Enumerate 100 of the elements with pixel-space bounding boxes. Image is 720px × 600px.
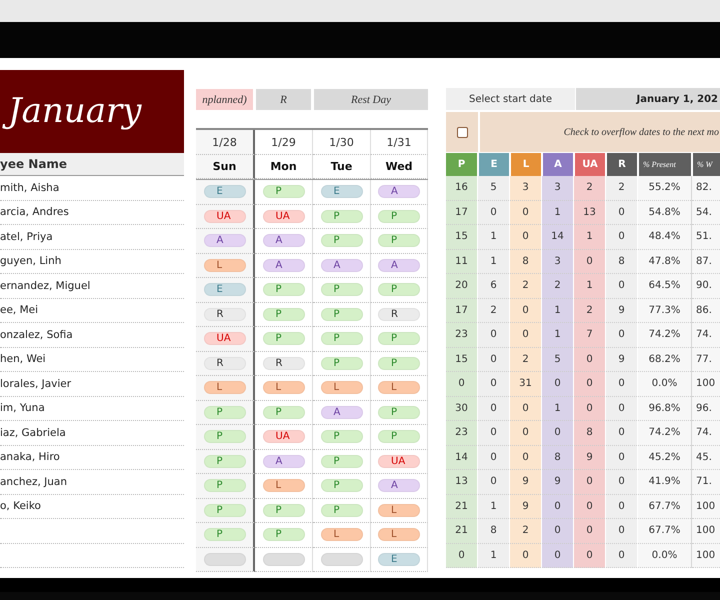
status-pill[interactable] xyxy=(320,552,362,566)
status-pill[interactable]: P xyxy=(204,479,246,492)
status-pill[interactable]: P xyxy=(378,406,420,419)
stat-cell: 30 xyxy=(446,396,477,421)
status-pill[interactable]: A xyxy=(320,258,362,272)
status-pill[interactable] xyxy=(262,552,304,566)
stat-cell: 0 xyxy=(574,372,605,396)
stat-cell: 23 xyxy=(446,323,477,348)
status-pill[interactable]: UA xyxy=(378,454,420,468)
stat-cell: 0 xyxy=(542,372,573,396)
stat-cell: 51. xyxy=(692,225,720,250)
status-pill[interactable]: L xyxy=(378,504,420,517)
status-pill[interactable]: P xyxy=(204,454,246,468)
status-pill[interactable]: A xyxy=(320,406,362,419)
stat-cell: 9 xyxy=(606,348,637,372)
stat-cell: 100 xyxy=(692,544,720,568)
status-pill[interactable]: P xyxy=(204,406,246,419)
status-pill[interactable]: P xyxy=(320,504,362,517)
status-pill[interactable]: L xyxy=(262,479,304,492)
stat-cell: 68.2% xyxy=(638,348,691,372)
stat-cell: 8 xyxy=(542,446,573,470)
status-pill[interactable]: P xyxy=(204,504,246,517)
stat-cell: 0 xyxy=(606,446,637,470)
status-pill[interactable]: L xyxy=(204,258,246,272)
status-pill[interactable]: P xyxy=(320,210,362,223)
status-pill[interactable]: P xyxy=(262,406,304,419)
stat-cell: 0 xyxy=(574,348,605,372)
status-pill[interactable]: P xyxy=(320,479,362,492)
status-pill[interactable]: P xyxy=(378,430,420,444)
status-pill[interactable]: A xyxy=(262,258,304,272)
status-pill[interactable]: P xyxy=(378,210,420,223)
stat-cell: 0 xyxy=(542,519,573,544)
status-pill[interactable]: P xyxy=(262,528,304,542)
status-pill[interactable]: P xyxy=(262,332,304,346)
status-pill[interactable]: P xyxy=(320,234,362,248)
status-pill[interactable]: P xyxy=(378,283,420,296)
status-pill[interactable]: E xyxy=(204,185,246,198)
stat-cell: 0 xyxy=(542,494,573,519)
start-date-label: Select start date xyxy=(446,88,575,110)
stat-cell: 1 xyxy=(542,200,573,225)
status-pill[interactable]: P xyxy=(262,283,304,296)
status-pill[interactable]: L xyxy=(204,381,246,394)
stat-cell: 41.9% xyxy=(638,470,691,494)
start-date-field[interactable]: January 1, 202 xyxy=(576,88,720,110)
status-pill[interactable]: L xyxy=(378,528,420,542)
stat-cell: 2 xyxy=(510,519,541,544)
status-pill[interactable]: L xyxy=(320,381,362,394)
status-pill[interactable]: E xyxy=(378,552,420,566)
status-pill[interactable]: E xyxy=(320,185,362,198)
status-pill[interactable]: P xyxy=(378,332,420,346)
stat-cell: 21 xyxy=(446,494,477,519)
status-pill[interactable] xyxy=(204,552,246,566)
status-pill[interactable]: P xyxy=(204,528,246,542)
status-pill[interactable]: A xyxy=(378,258,420,272)
status-pill[interactable]: UA xyxy=(262,210,304,223)
stat-cell: 0 xyxy=(574,544,605,568)
status-pill[interactable]: P xyxy=(262,504,304,517)
stat-cell: 0 xyxy=(510,200,541,225)
stat-cell: 0 xyxy=(606,421,637,446)
status-pill[interactable]: P xyxy=(320,356,362,370)
legend-label: Rest Day xyxy=(314,89,428,110)
status-pill[interactable]: P xyxy=(204,430,246,444)
status-pill[interactable]: UA xyxy=(262,430,304,444)
status-pill[interactable]: A xyxy=(262,454,304,468)
status-pill[interactable]: L xyxy=(262,381,304,394)
status-pill[interactable]: R xyxy=(378,308,420,321)
stat-cell: 0.0% xyxy=(638,372,691,396)
status-pill[interactable]: L xyxy=(378,381,420,394)
stat-cell: 0 xyxy=(478,396,509,421)
status-pill[interactable]: UA xyxy=(204,332,246,346)
status-pill[interactable]: E xyxy=(204,283,246,296)
status-pill[interactable]: R xyxy=(262,356,304,370)
stat-cell: 0 xyxy=(478,421,509,446)
stat-cell: 8 xyxy=(478,519,509,544)
stat-cell: 0 xyxy=(542,544,573,568)
stat-header: L xyxy=(510,153,541,176)
status-pill[interactable]: P xyxy=(320,454,362,468)
status-pill[interactable]: L xyxy=(320,528,362,542)
status-pill[interactable]: P xyxy=(320,308,362,321)
status-pill[interactable]: P xyxy=(320,283,362,296)
stat-cell: 0 xyxy=(606,544,637,568)
status-pill[interactable]: P xyxy=(320,332,362,346)
employee-name: arcia, Andres xyxy=(0,206,69,218)
status-pill[interactable]: P xyxy=(262,185,304,198)
stat-cell: 0 xyxy=(606,274,637,298)
status-pill[interactable]: A xyxy=(378,479,420,492)
status-pill[interactable]: A xyxy=(204,234,246,248)
overflow-checkbox[interactable] xyxy=(456,126,468,138)
stat-header: UA xyxy=(574,153,605,176)
status-pill[interactable]: R xyxy=(204,356,246,370)
stat-cell: 100 xyxy=(692,494,720,519)
stat-cell: 0 xyxy=(510,225,541,250)
status-pill[interactable]: P xyxy=(378,234,420,248)
status-pill[interactable]: P xyxy=(378,356,420,370)
status-pill[interactable]: P xyxy=(320,430,362,444)
status-pill[interactable]: A xyxy=(262,234,304,248)
status-pill[interactable]: R xyxy=(204,308,246,321)
status-pill[interactable]: P xyxy=(262,308,304,321)
status-pill[interactable]: A xyxy=(378,185,420,198)
status-pill[interactable]: UA xyxy=(204,210,246,223)
